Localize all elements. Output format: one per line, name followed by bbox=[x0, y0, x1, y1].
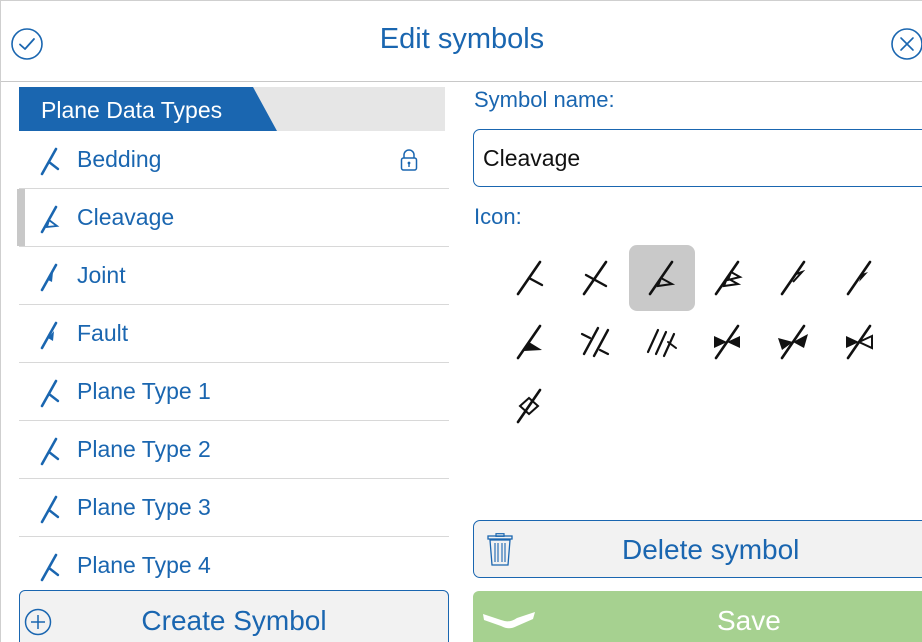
list-item-label: Plane Type 1 bbox=[77, 378, 211, 404]
icon-label: Icon: bbox=[474, 204, 522, 229]
list-item[interactable]: Bedding bbox=[19, 131, 449, 189]
double-slash-strike-dip-icon[interactable] bbox=[563, 309, 629, 375]
list-item[interactable]: Fault bbox=[19, 305, 449, 363]
selection-indicator bbox=[17, 189, 25, 246]
symbol-name-label: Symbol name: bbox=[474, 87, 615, 112]
bedding-strike-dip-icon bbox=[38, 146, 60, 176]
edit-symbols-dialog: Edit symbols Plane Data Types Bedding Cle… bbox=[0, 0, 922, 642]
delete-symbol-label: Delete symbol bbox=[622, 534, 800, 565]
save-label: Save bbox=[717, 605, 781, 636]
lock-icon bbox=[399, 148, 419, 172]
open-triangle-strike-dip-icon[interactable] bbox=[629, 245, 695, 311]
list-item[interactable]: Plane Type 3 bbox=[19, 479, 449, 537]
bowtie-strike-dip-icon[interactable] bbox=[695, 309, 761, 375]
trash-icon bbox=[486, 533, 514, 567]
dialog-header: Edit symbols bbox=[1, 1, 922, 82]
symbol-type-list: Bedding Cleavage Joint Fault Plane Type 1 Pla… bbox=[17, 131, 449, 595]
save-icon bbox=[483, 612, 535, 629]
plane-strike-dip-icon bbox=[38, 378, 60, 408]
list-item-label: Joint bbox=[77, 262, 126, 288]
create-symbol-label: Create Symbol bbox=[141, 605, 327, 636]
list-item-label: Bedding bbox=[77, 146, 162, 172]
fault-strike-dip-icon bbox=[38, 320, 60, 350]
list-item[interactable]: Plane Type 1 bbox=[19, 363, 449, 421]
close-circle-icon[interactable] bbox=[890, 27, 922, 61]
plain-strike-dip-icon[interactable] bbox=[497, 245, 563, 311]
filled-bowtie-strike-dip-icon[interactable] bbox=[761, 309, 827, 375]
diamond-strike-dip-icon[interactable] bbox=[497, 373, 563, 439]
open-bowtie-strike-dip-icon[interactable] bbox=[827, 309, 893, 375]
plane-strike-dip-icon bbox=[38, 552, 60, 582]
symbol-name-input[interactable] bbox=[473, 129, 922, 187]
dialog-title: Edit symbols bbox=[379, 23, 545, 55]
double-triangle-strike-dip-icon[interactable] bbox=[695, 245, 761, 311]
filled-half-triangle-strike-dip-icon[interactable] bbox=[827, 245, 893, 311]
joint-strike-dip-icon bbox=[38, 262, 60, 292]
tab-plane-data-types[interactable]: Plane Data Types bbox=[19, 87, 279, 131]
half-triangle-strike-dip-icon[interactable] bbox=[761, 245, 827, 311]
list-item-label: Fault bbox=[77, 320, 129, 346]
create-symbol-button[interactable]: Create Symbol bbox=[19, 590, 449, 642]
plane-strike-dip-icon bbox=[38, 436, 60, 466]
list-item-label: Plane Type 4 bbox=[77, 552, 211, 578]
list-item[interactable]: Plane Type 4 bbox=[19, 537, 449, 595]
crossed-strike-dip-icon[interactable] bbox=[563, 245, 629, 311]
triple-slash-strike-dip-icon[interactable] bbox=[629, 309, 695, 375]
tab-label: Plane Data Types bbox=[41, 97, 223, 123]
list-item-label: Plane Type 2 bbox=[77, 436, 211, 462]
save-button[interactable]: Save bbox=[473, 591, 922, 642]
list-item[interactable]: Plane Type 2 bbox=[19, 421, 449, 479]
cleavage-strike-dip-icon bbox=[38, 204, 60, 234]
delete-symbol-button[interactable]: Delete symbol bbox=[473, 520, 922, 578]
list-item-label: Cleavage bbox=[77, 204, 175, 230]
list-item-label: Plane Type 3 bbox=[77, 494, 211, 520]
list-item[interactable]: Cleavage bbox=[17, 189, 449, 247]
filled-triangle-strike-dip-icon[interactable] bbox=[497, 309, 563, 375]
plane-strike-dip-icon bbox=[38, 494, 60, 524]
section-tab-bar: Plane Data Types bbox=[19, 87, 445, 131]
list-item[interactable]: Joint bbox=[19, 247, 449, 305]
